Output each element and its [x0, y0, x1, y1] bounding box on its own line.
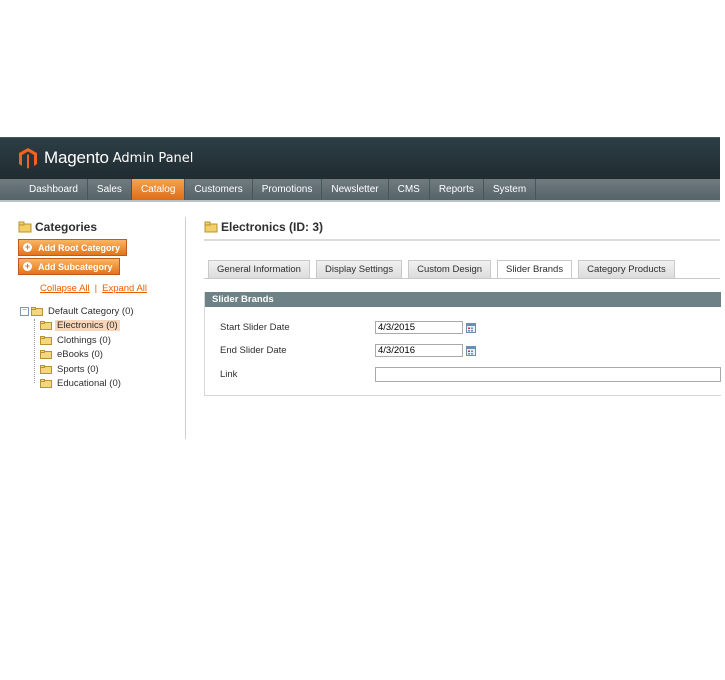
title-divider — [204, 239, 720, 241]
nav-promotions[interactable]: Promotions — [253, 179, 323, 200]
add-root-category-button[interactable]: + Add Root Category — [18, 239, 127, 256]
link-separator: | — [94, 283, 98, 294]
tree-node-label[interactable]: eBooks (0) — [55, 349, 105, 360]
collapse-toggle-icon[interactable]: − — [20, 306, 29, 316]
slider-brands-fieldset: Slider Brands Start Slider Date End Slid… — [204, 292, 721, 396]
tab-general-information[interactable]: General Information — [208, 260, 310, 278]
folder-icon — [40, 350, 52, 360]
end-date-label: End Slider Date — [220, 345, 287, 356]
tab-bar: General Information Display Settings Cus… — [208, 260, 681, 278]
brand-name: Magento — [44, 148, 109, 167]
link-input[interactable] — [375, 367, 721, 382]
categories-sidebar: Categories + Add Root Category + Add Sub… — [18, 220, 178, 389]
folder-open-icon — [31, 306, 43, 316]
admin-header: Magento Admin Panel — [0, 137, 720, 180]
add-root-category-label: Add Root Category — [38, 242, 120, 253]
tree-toggle-links: Collapse All | Expand All — [40, 283, 147, 294]
tree-node-educational[interactable]: Educational (0) — [40, 377, 136, 392]
category-edit-panel: Electronics (ID: 3) General Information … — [204, 220, 721, 396]
category-icon — [204, 221, 218, 233]
calendar-icon[interactable] — [466, 345, 476, 356]
folder-icon — [40, 379, 52, 389]
tree-node-clothings[interactable]: Clothings (0) — [40, 333, 136, 348]
folder-icon — [40, 321, 52, 331]
tree-node-label[interactable]: Sports (0) — [55, 364, 101, 375]
nav-cms[interactable]: CMS — [389, 179, 430, 200]
tree-root-node[interactable]: − Default Category (0) — [20, 304, 136, 319]
tabs-baseline — [204, 278, 720, 279]
tree-node-electronics[interactable]: Electronics (0) — [40, 319, 136, 334]
plus-icon: + — [23, 242, 32, 252]
page-title-text: Electronics (ID: 3) — [221, 220, 324, 234]
nav-system[interactable]: System — [484, 179, 537, 200]
start-date-input[interactable] — [375, 321, 463, 334]
plus-icon: + — [23, 261, 32, 271]
categories-icon — [18, 221, 32, 233]
nav-sales[interactable]: Sales — [88, 179, 132, 200]
nav-newsletter[interactable]: Newsletter — [322, 179, 389, 200]
magento-logo-icon — [19, 148, 37, 169]
tree-root-label[interactable]: Default Category (0) — [46, 306, 136, 317]
folder-icon — [40, 335, 52, 345]
link-row: Link — [220, 367, 721, 382]
category-tree: − Default Category (0) Electronics (0) C… — [20, 304, 136, 391]
sidebar-title: Categories — [18, 220, 178, 234]
nav-dashboard[interactable]: Dashboard — [20, 179, 88, 200]
calendar-icon[interactable] — [466, 322, 476, 333]
tree-node-ebooks[interactable]: eBooks (0) — [40, 348, 136, 363]
tab-display-settings[interactable]: Display Settings — [315, 260, 403, 278]
main-nav: Dashboard Sales Catalog Customers Promot… — [0, 179, 720, 202]
add-subcategory-button[interactable]: + Add Subcategory — [18, 258, 120, 275]
nav-customers[interactable]: Customers — [185, 179, 253, 200]
categories-heading: Categories — [35, 220, 98, 234]
link-label: Link — [220, 369, 238, 380]
expand-all-link[interactable]: Expand All — [102, 283, 147, 294]
start-date-label: Start Slider Date — [220, 322, 290, 333]
end-date-row: End Slider Date — [220, 344, 476, 357]
tree-node-label[interactable]: Clothings (0) — [55, 335, 113, 346]
end-date-input[interactable] — [375, 344, 463, 357]
tree-node-label[interactable]: Educational (0) — [55, 378, 123, 389]
tab-custom-design[interactable]: Custom Design — [408, 260, 492, 278]
tab-category-products[interactable]: Category Products — [578, 260, 675, 278]
tab-slider-brands[interactable]: Slider Brands — [497, 260, 573, 278]
nav-catalog[interactable]: Catalog — [131, 179, 186, 200]
section-heading: Slider Brands — [205, 292, 721, 307]
nav-reports[interactable]: Reports — [430, 179, 484, 200]
start-date-row: Start Slider Date — [220, 321, 476, 334]
page-title: Electronics (ID: 3) — [204, 220, 720, 234]
tree-node-label[interactable]: Electronics (0) — [55, 320, 120, 332]
folder-icon — [40, 364, 52, 374]
brand-suffix: Admin Panel — [112, 150, 194, 166]
tree-node-sports[interactable]: Sports (0) — [40, 362, 136, 377]
sidebar-divider — [185, 217, 186, 439]
add-subcategory-label: Add Subcategory — [38, 261, 113, 272]
logo[interactable]: Magento Admin Panel — [18, 147, 193, 169]
collapse-all-link[interactable]: Collapse All — [40, 283, 90, 294]
